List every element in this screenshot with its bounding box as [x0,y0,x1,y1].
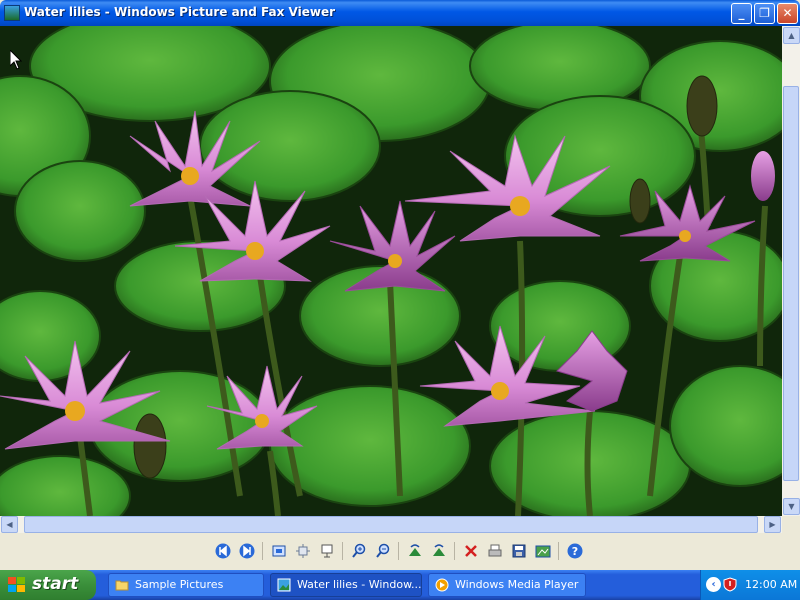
toolbar-separator [342,542,343,560]
save-icon[interactable] [510,542,528,560]
rotate-counterclockwise-icon[interactable] [430,542,448,560]
scroll-left-icon[interactable]: ◀ [1,516,18,533]
toolbar-separator [558,542,559,560]
clock[interactable]: 12:00 AM [745,578,797,591]
taskbar-item-water-lilies[interactable]: Water lilies - Window... [270,573,422,597]
security-shield-icon[interactable] [723,577,737,592]
viewer-toolbar: ? [0,533,800,570]
scrollbar-corner [782,516,800,533]
title-bar[interactable]: Water lilies - Windows Picture and Fax V… [0,0,800,26]
next-image-icon[interactable] [238,542,256,560]
taskbar-item-label: Water lilies - Window... [297,578,422,591]
taskbar-item-label: Windows Media Player [455,578,579,591]
picture-viewer-icon [277,578,291,592]
vertical-scroll-thumb[interactable] [783,86,799,481]
window-title: Water lilies - Windows Picture and Fax V… [24,5,336,19]
taskbar-item-media-player[interactable]: Windows Media Player [428,573,586,597]
close-button[interactable]: ✕ [777,3,798,24]
windows-logo-icon [8,577,25,592]
toolbar-separator [454,542,455,560]
scroll-up-icon[interactable]: ▲ [783,27,800,44]
rotate-clockwise-icon[interactable] [406,542,424,560]
toolbar-separator [398,542,399,560]
print-icon[interactable] [486,542,504,560]
vertical-scrollbar[interactable]: ▲ ▼ [782,26,800,516]
taskbar-item-sample-pictures[interactable]: Sample Pictures [108,573,264,597]
folder-icon [115,580,129,591]
horizontal-scroll-thumb[interactable] [24,516,758,533]
taskbar: start Sample Pictures Water lilies - Win… [0,570,800,600]
maximize-button[interactable]: ❐ [754,3,775,24]
zoom-in-icon[interactable] [350,542,368,560]
svg-text:?: ? [572,545,578,558]
delete-icon[interactable] [462,542,480,560]
edit-icon[interactable] [534,542,552,560]
minimize-button[interactable]: _ [731,3,752,24]
picture-viewer-window: Water lilies - Windows Picture and Fax V… [0,0,800,570]
start-button[interactable]: start [0,570,96,600]
mouse-cursor-icon [10,50,22,70]
zoom-out-icon[interactable] [374,542,392,560]
scroll-down-icon[interactable]: ▼ [783,498,800,515]
system-tray: ‹ 12:00 AM [700,570,800,600]
actual-size-icon[interactable] [294,542,312,560]
horizontal-scrollbar[interactable]: ◀ ▶ [0,516,782,533]
scroll-right-icon[interactable]: ▶ [764,516,781,533]
slideshow-icon[interactable] [318,542,336,560]
water-lilies-photo [0,26,782,516]
best-fit-icon[interactable] [270,542,288,560]
toolbar-separator [262,542,263,560]
media-player-icon [435,578,449,592]
show-hidden-icons-icon[interactable]: ‹ [706,577,721,592]
taskbar-item-label: Sample Pictures [135,578,224,591]
picture-viewer-app-icon [4,5,20,21]
previous-image-icon[interactable] [214,542,232,560]
image-viewport[interactable] [0,26,782,516]
start-label: start [32,574,79,594]
help-icon[interactable]: ? [566,542,584,560]
